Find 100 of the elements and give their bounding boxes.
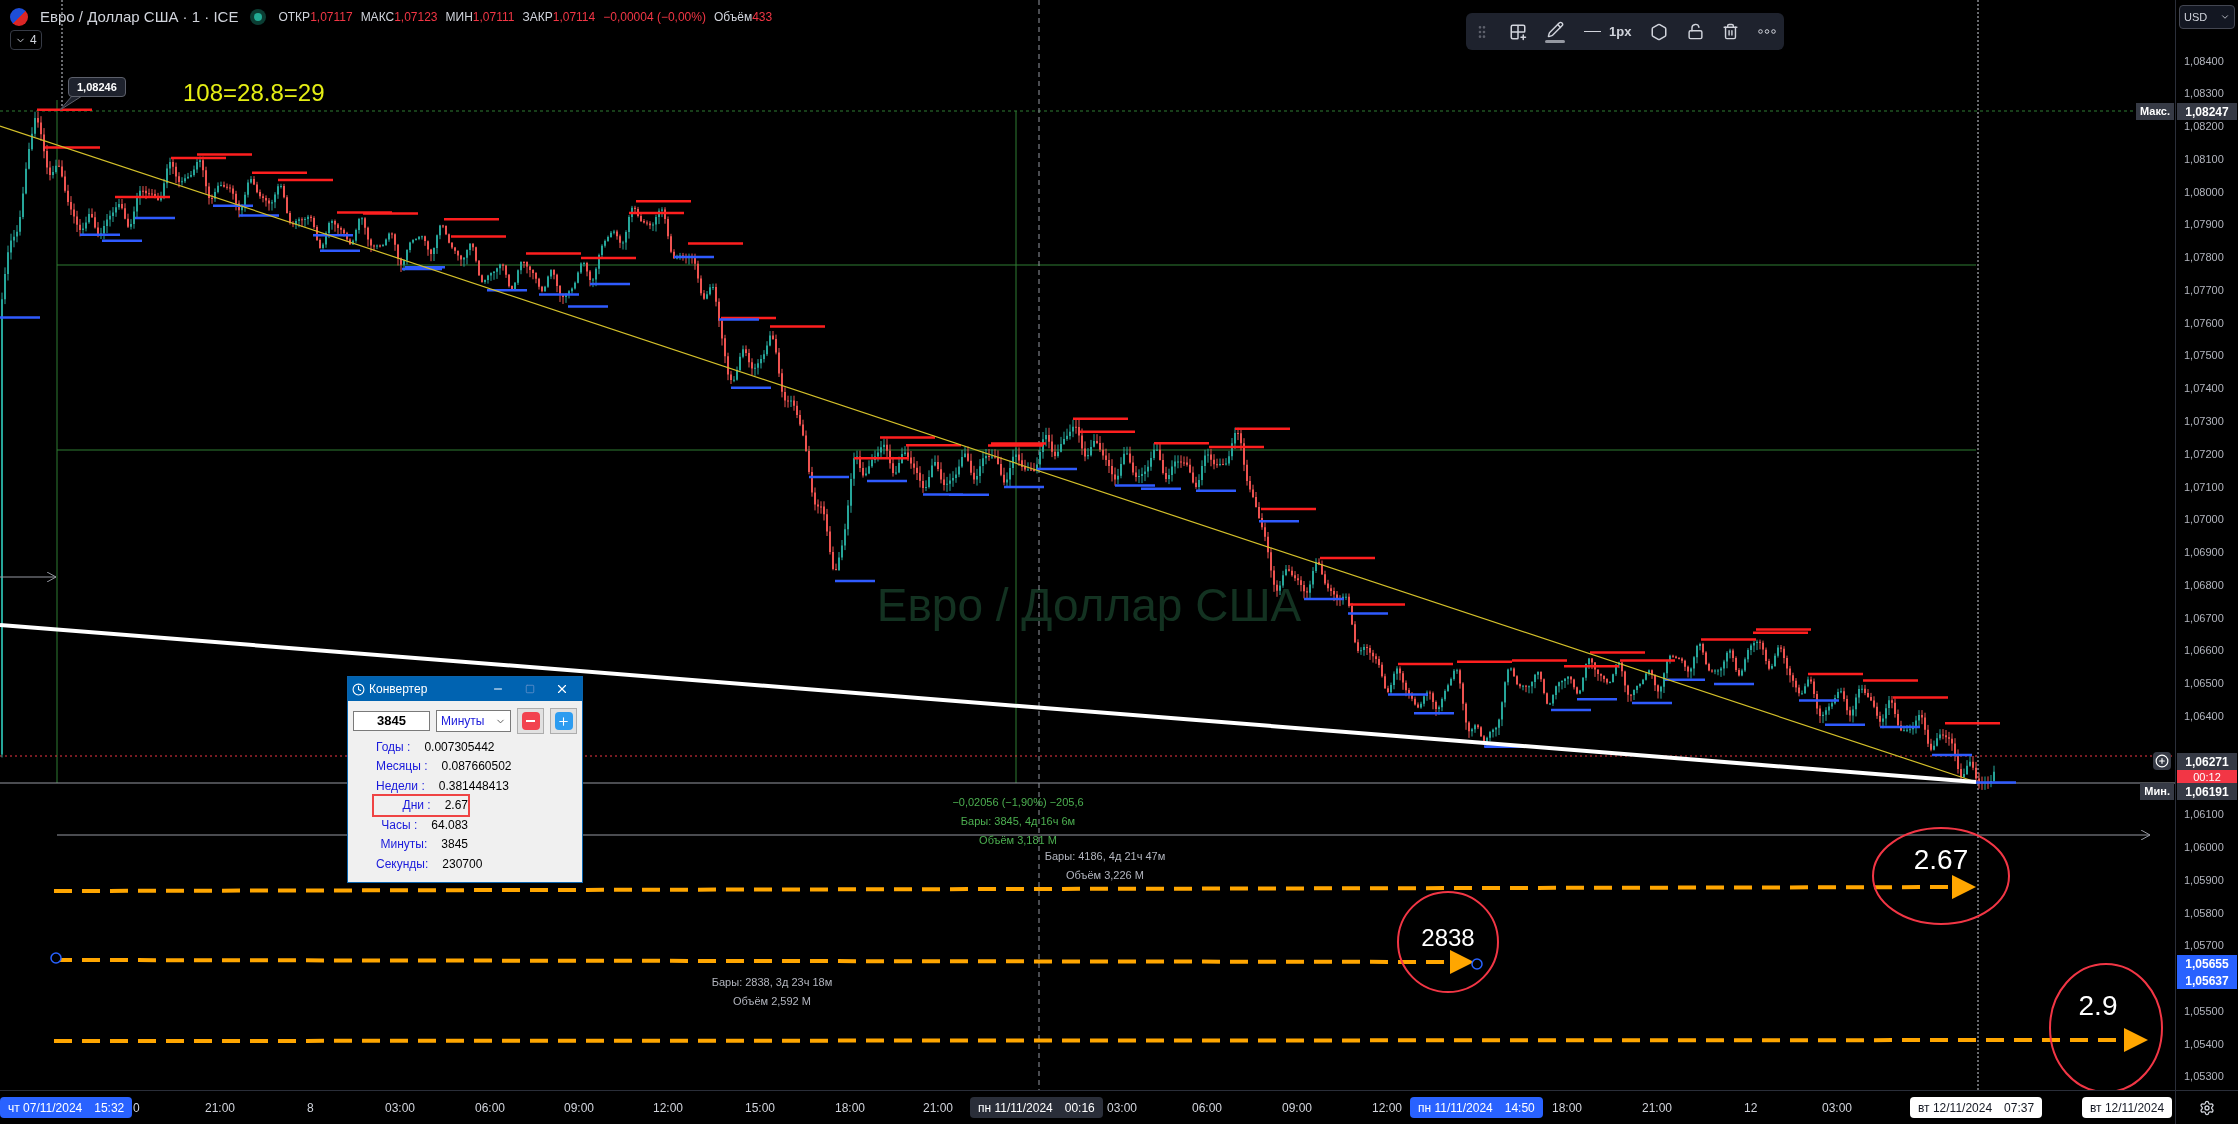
increase-button[interactable] xyxy=(550,708,577,734)
symbol-title[interactable]: Евро / Доллар США · 1 · ICE xyxy=(40,6,239,29)
settings-icon xyxy=(2199,1099,2215,1116)
unit-value: 0.007305442 xyxy=(424,738,495,756)
time-label: 0 xyxy=(133,1099,140,1117)
collapse-indicators-button[interactable]: 4 xyxy=(10,30,42,50)
more-icon[interactable] xyxy=(1758,29,1776,34)
settings-icon xyxy=(1650,22,1669,41)
price-tick: 1,05300 xyxy=(2184,1070,2224,1084)
price-tag: Мин. xyxy=(2140,783,2174,800)
price-tick: 1,06700 xyxy=(2184,611,2224,625)
time-label: 12:00 xyxy=(1372,1099,1403,1117)
line-color-button[interactable] xyxy=(1545,20,1566,43)
time-label: 09:00 xyxy=(564,1099,595,1117)
unit-value: 230700 xyxy=(442,855,483,873)
chart-note: 108=28.8=29 xyxy=(183,78,325,108)
price-label: 1,06271 xyxy=(2177,753,2237,770)
time-label: 03:00 xyxy=(1822,1099,1853,1117)
ohlc-value: 1,07111 xyxy=(472,9,515,27)
time-label: 06:00 xyxy=(475,1099,506,1117)
price-tick: 1,07900 xyxy=(2184,218,2224,232)
unlock-icon xyxy=(1686,23,1704,40)
decrease-button[interactable] xyxy=(517,708,544,734)
price-label: 1,05637 xyxy=(2177,972,2237,989)
time-label: 18:00 xyxy=(835,1099,866,1117)
price-tick: 1,07300 xyxy=(2184,414,2224,428)
circled-number: 2.67 xyxy=(1913,846,1969,874)
time-label: чт 07/11/2024 15:32 xyxy=(0,1097,133,1118)
measure-label: Объём 2,592 M xyxy=(733,995,811,1008)
price-label: 1,05655 xyxy=(2177,955,2237,972)
ohlc-label: ОТКР xyxy=(278,9,311,27)
line-width-button[interactable]: 1px xyxy=(1583,21,1632,42)
time-label: 21:00 xyxy=(923,1099,954,1117)
time-label: 8 xyxy=(307,1099,314,1117)
amount-field[interactable]: 3845 xyxy=(353,711,430,731)
clock-icon xyxy=(352,682,365,696)
measure-label: Объём 3,226 M xyxy=(1066,869,1144,882)
currency-dropdown[interactable]: USD xyxy=(2179,5,2235,29)
time-label: пн 11/11/2024 14:50 xyxy=(1410,1097,1543,1118)
ohlc-label: МАКС xyxy=(360,9,395,27)
add-alert-icon xyxy=(2153,752,2171,770)
templates-icon xyxy=(1508,22,1527,41)
price-tick: 1,05500 xyxy=(2184,1004,2224,1018)
price-tick: 1,07700 xyxy=(2184,283,2224,297)
unit-label: Годы : xyxy=(376,738,411,756)
tooltip-pointer xyxy=(59,95,83,111)
price-tick: 1,08300 xyxy=(2184,87,2224,101)
price-tick: 1,06900 xyxy=(2184,546,2224,560)
price-tick: 1,08100 xyxy=(2184,152,2224,166)
time-label: 03:00 xyxy=(385,1099,416,1117)
unit-label: Недели : xyxy=(376,777,425,795)
unit-label: Часы : xyxy=(380,816,418,834)
price-tick: 1,08000 xyxy=(2184,185,2224,199)
measure-label: Бары: 2838, 3д 23ч 18м xyxy=(711,976,833,989)
price-tick: 1,07000 xyxy=(2184,513,2224,527)
time-label: вт 12/11/2024 xyxy=(2082,1097,2173,1118)
volume-value: 433 xyxy=(752,9,773,27)
time-label: 15:00 xyxy=(745,1099,776,1117)
time-label: 09:00 xyxy=(1282,1099,1313,1117)
price-change: −0,00004 (−0,00%) xyxy=(603,9,706,27)
unit-value: 2.67 xyxy=(444,797,468,815)
time-label: 12 xyxy=(1744,1099,1758,1117)
price-tick: 1,05900 xyxy=(2184,873,2224,887)
ohlc-value: 1,07117 xyxy=(310,9,353,27)
unit-label: Месяцы : xyxy=(376,758,428,776)
price-tick: 1,05700 xyxy=(2184,939,2224,953)
price-tick: 1,07400 xyxy=(2184,382,2224,396)
anchor-point xyxy=(1471,958,1483,970)
unit-label: Минуты: xyxy=(379,836,428,854)
time-label: 12:00 xyxy=(653,1099,684,1117)
ohlc-label: МИН xyxy=(445,9,473,27)
unit-value: 64.083 xyxy=(431,816,468,834)
unit-value: 0.381448413 xyxy=(438,777,509,795)
price-tick: 1,08400 xyxy=(2184,54,2224,68)
anchor-point xyxy=(50,952,62,964)
time-label: вт 12/11/2024 07:37 xyxy=(1910,1097,2043,1118)
price-tick: 1,06000 xyxy=(2184,840,2224,854)
price-label: 1,08247 xyxy=(2177,103,2237,120)
volume-label: Объём xyxy=(713,9,753,27)
unit-value: 0.087660502 xyxy=(441,758,512,776)
ohlc-value: 1,07114 xyxy=(552,9,596,27)
measure-label: Объём 3,181 M xyxy=(979,834,1057,847)
maximize-icon xyxy=(525,684,535,694)
minus-icon xyxy=(526,720,535,722)
price-tick: 1,07100 xyxy=(2184,480,2224,494)
price-tick: 1,06500 xyxy=(2184,677,2224,691)
ohlc-value: 1,07123 xyxy=(394,9,438,27)
time-label: 21:00 xyxy=(205,1099,236,1117)
unit-value: 3845 xyxy=(441,836,468,854)
unit-label: Дни : xyxy=(401,797,431,815)
price-tick: 1,08200 xyxy=(2184,120,2224,134)
price-label: 1,06191 xyxy=(2177,783,2237,800)
time-label: пн 11/11/2024 00:16 xyxy=(970,1097,1103,1118)
time-label: 03:00 xyxy=(1107,1099,1138,1117)
price-tick: 1,05800 xyxy=(2184,906,2224,920)
unit-dropdown[interactable]: Минуты xyxy=(436,710,511,732)
plus-icon xyxy=(557,714,570,728)
circled-number: 2.9 xyxy=(2078,992,2118,1020)
time-label: 18:00 xyxy=(1552,1099,1583,1117)
measure-label: −0,02056 (−1,90%) −205,6 xyxy=(952,796,1084,809)
